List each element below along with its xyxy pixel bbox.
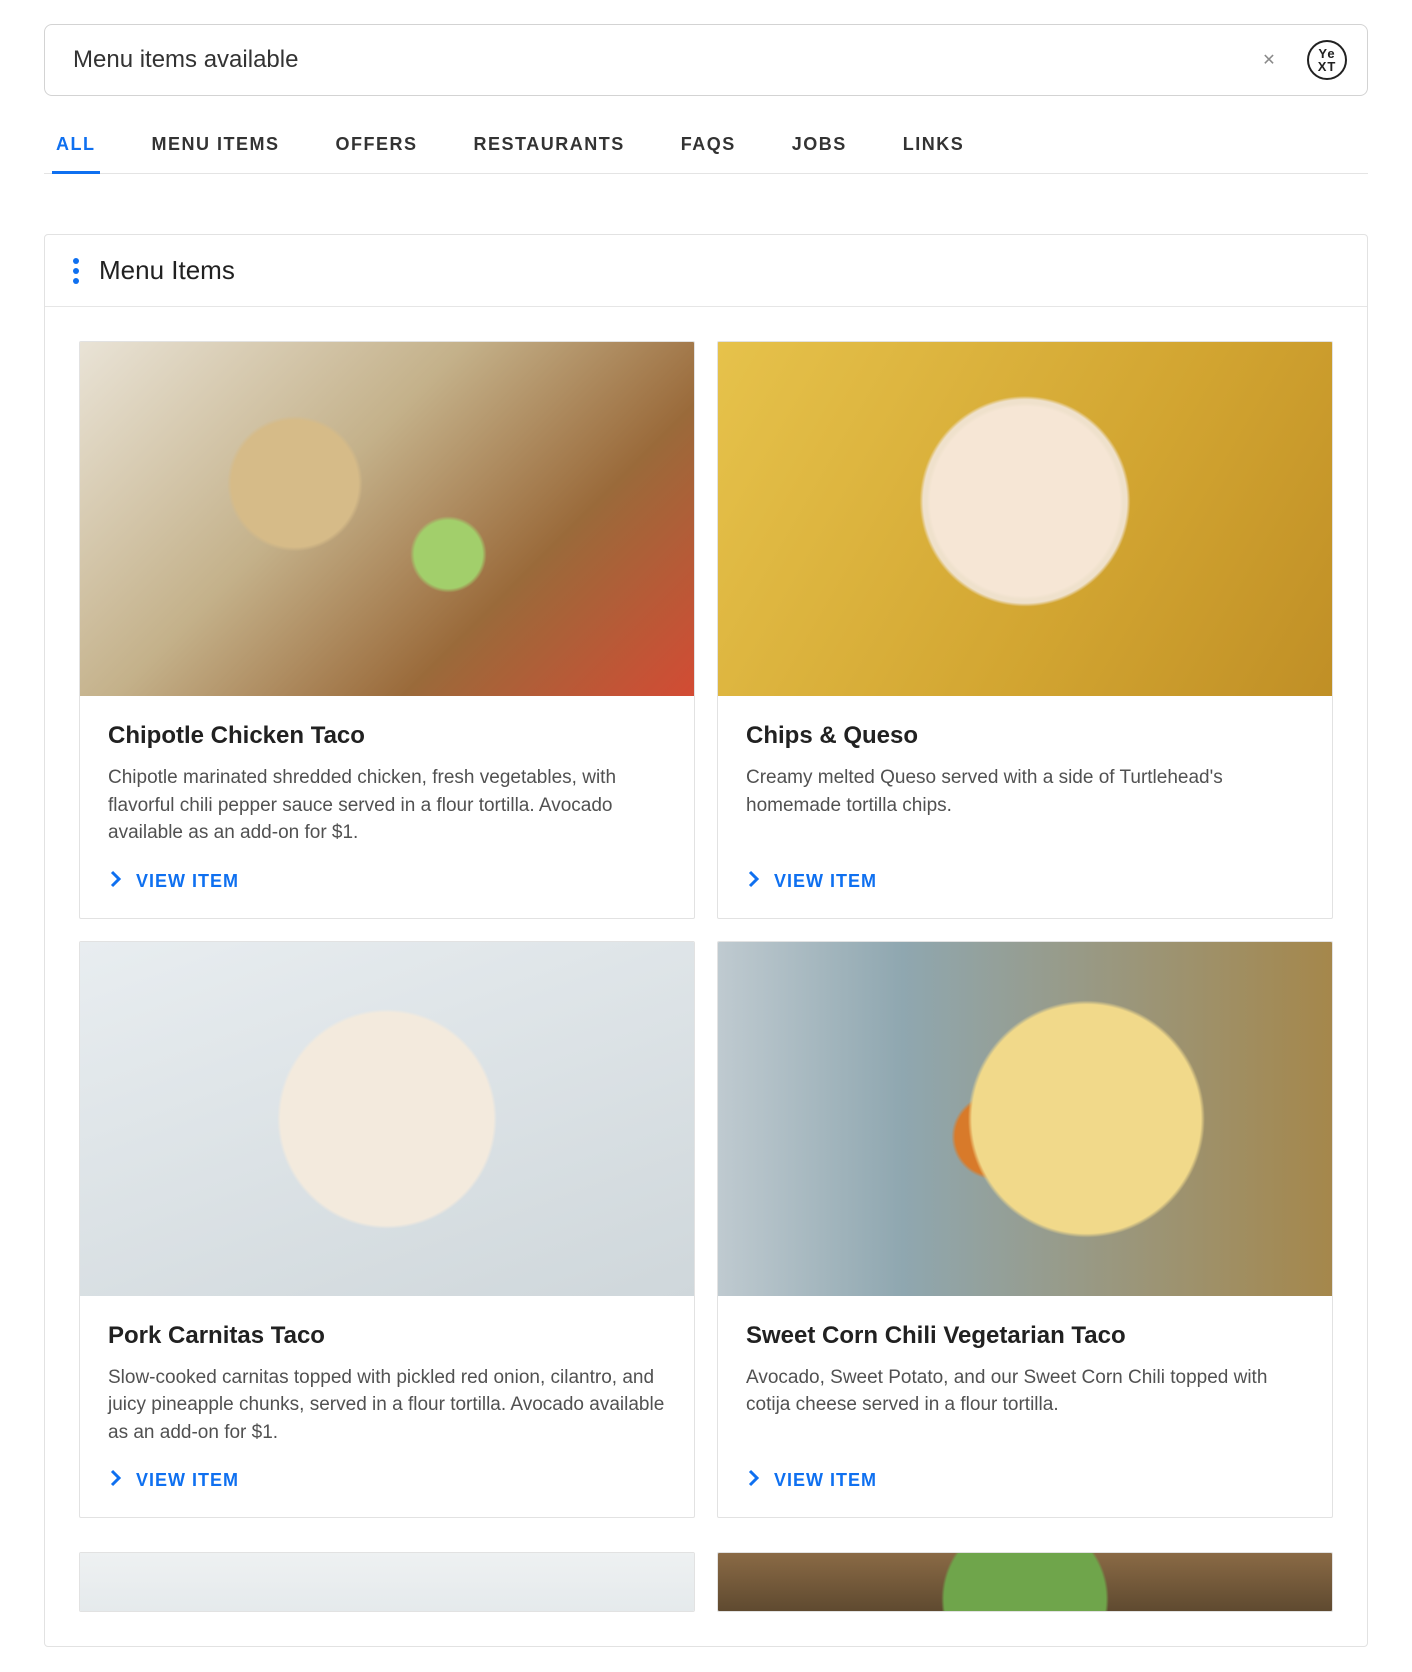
chevron-right-icon: [108, 1468, 124, 1493]
menu-item-image: [718, 342, 1332, 696]
menu-item-description: Creamy melted Queso served with a side o…: [746, 764, 1304, 847]
menu-item-description: Chipotle marinated shredded chicken, fre…: [108, 764, 666, 847]
menu-item-title: Sweet Corn Chili Vegetarian Taco: [746, 1322, 1304, 1350]
tab-restaurants[interactable]: RESTAURANTS: [470, 124, 629, 173]
chevron-right-icon: [108, 869, 124, 894]
view-item-label: VIEW ITEM: [774, 871, 877, 892]
menu-item-description: Avocado, Sweet Potato, and our Sweet Cor…: [746, 1364, 1304, 1447]
menu-item-image: [718, 942, 1332, 1296]
tab-jobs[interactable]: JOBS: [788, 124, 851, 173]
tab-all[interactable]: ALL: [52, 124, 100, 174]
chevron-right-icon: [746, 1468, 762, 1493]
panel-title: Menu Items: [99, 255, 235, 286]
menu-item-image: [80, 942, 694, 1296]
search-bar: ✕ Ye XT: [44, 24, 1368, 96]
tab-offers[interactable]: OFFERS: [332, 124, 422, 173]
menu-item-card: [79, 1552, 695, 1612]
brand-line2: XT: [1318, 60, 1337, 73]
clear-search-button[interactable]: ✕: [1255, 46, 1283, 74]
tab-bar: ALL MENU ITEMS OFFERS RESTAURANTS FAQS JOBS LI…: [44, 124, 1368, 174]
view-item-link[interactable]: VIEW ITEM: [746, 869, 1304, 894]
menu-item-card: Chips & Queso Creamy melted Queso served …: [717, 341, 1333, 919]
card-grid: Chipotle Chicken Taco Chipotle marinated …: [45, 307, 1367, 1552]
view-item-label: VIEW ITEM: [136, 1470, 239, 1491]
tab-menu-items[interactable]: MENU ITEMS: [148, 124, 284, 173]
menu-item-image: [80, 342, 694, 696]
tab-links[interactable]: LINKS: [899, 124, 969, 173]
menu-item-title: Chips & Queso: [746, 722, 1304, 750]
panel-header: Menu Items: [45, 235, 1367, 307]
menu-item-title: Pork Carnitas Taco: [108, 1322, 666, 1350]
menu-items-panel: Menu Items Chipotle Chicken TacoChipotle…: [44, 234, 1368, 1647]
view-item-label: VIEW ITEM: [136, 871, 239, 892]
search-input[interactable]: [73, 46, 1255, 74]
menu-item-card: Pork Carnitas Taco Slow-cooked carnitas t…: [79, 941, 695, 1519]
card-grid-partial: [45, 1552, 1367, 1646]
menu-item-title: Chipotle Chicken Taco: [108, 722, 666, 750]
menu-item-description: Slow-cooked carnitas topped with pickled…: [108, 1364, 666, 1447]
chevron-right-icon: [746, 869, 762, 894]
view-item-label: VIEW ITEM: [774, 1470, 877, 1491]
close-icon: ✕: [1262, 50, 1275, 70]
more-vertical-icon[interactable]: [73, 258, 79, 284]
menu-item-image: [718, 1553, 1332, 1611]
menu-item-image: [80, 1553, 694, 1611]
tab-faqs[interactable]: FAQS: [677, 124, 740, 173]
view-item-link[interactable]: VIEW ITEM: [746, 1468, 1304, 1493]
view-item-link[interactable]: VIEW ITEM: [108, 869, 666, 894]
brand-logo-button[interactable]: Ye XT: [1307, 40, 1347, 80]
menu-item-card: Sweet Corn Chili Vegetarian Taco Avocado,…: [717, 941, 1333, 1519]
menu-item-card: [717, 1552, 1333, 1612]
menu-item-card: Chipotle Chicken Taco Chipotle marinated …: [79, 341, 695, 919]
view-item-link[interactable]: VIEW ITEM: [108, 1468, 666, 1493]
